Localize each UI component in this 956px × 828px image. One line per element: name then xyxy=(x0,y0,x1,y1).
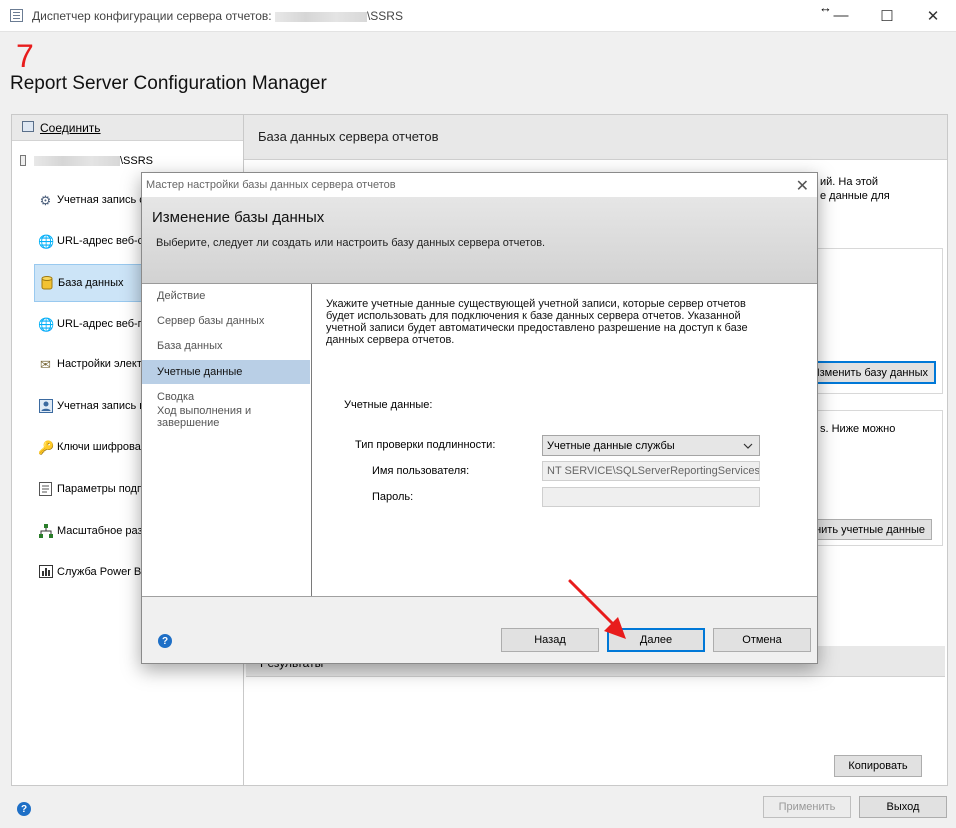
window-title-prefix: Диспетчер конфигурации сервера отчетов: xyxy=(32,9,272,23)
maximize-button[interactable]: ☐ xyxy=(864,0,910,31)
dialog-banner: Изменение базы данных Выберите, следует … xyxy=(142,197,817,284)
auth-type-value: Учетные данные службы xyxy=(547,440,675,452)
dialog-title: Мастер настройки базы данных сервера отч… xyxy=(146,179,396,191)
step-number-annotation: 7 xyxy=(16,38,34,74)
step-progress-finish[interactable]: Ход выполнения и завершение xyxy=(142,399,310,433)
database-wizard-dialog: Мастер настройки базы данных сервера отч… xyxy=(141,172,818,664)
annotation-arrow-icon xyxy=(568,579,626,639)
credentials-description: Укажите учетные данные существующей учет… xyxy=(326,298,748,346)
close-window-button[interactable]: ✕ xyxy=(910,0,956,31)
cancel-button[interactable]: Отмена xyxy=(713,628,811,652)
nav-label: Служба Power BI xyxy=(57,566,145,578)
password-label: Пароль: xyxy=(372,491,414,503)
apply-button[interactable]: Применить xyxy=(763,796,851,818)
web-url-icon: 🌐 xyxy=(38,234,55,249)
nav-label: URL-адрес веб-с xyxy=(57,235,144,247)
step-database-server[interactable]: Сервер базы данных xyxy=(142,309,310,333)
window-title: Диспетчер конфигурации сервера отчетов: … xyxy=(32,9,403,23)
nav-label: URL-адрес веб-п xyxy=(57,318,144,330)
dialog-help-icon[interactable]: ? xyxy=(158,634,172,648)
page-title: База данных сервера отчетов xyxy=(258,129,439,144)
password-field[interactable] xyxy=(542,487,760,507)
nav-label: Настройки элект xyxy=(57,358,142,370)
auth-type-select[interactable]: Учетные данные службы xyxy=(542,435,760,456)
nav-label: База данных xyxy=(58,277,124,289)
nav-label: Учетная запись в xyxy=(57,400,146,412)
connect-label: Соединить xyxy=(40,121,101,135)
server-icon xyxy=(20,155,26,166)
dialog-heading: Изменение базы данных xyxy=(152,209,325,226)
power-bi-icon xyxy=(38,565,53,580)
exit-button[interactable]: Выход xyxy=(859,796,947,818)
dialog-title-bar: Мастер настройки базы данных сервера отч… xyxy=(142,173,817,197)
chevron-down-icon xyxy=(743,443,753,449)
scale-out-icon xyxy=(38,524,53,539)
server-instance-label: \SSRS xyxy=(120,155,154,167)
auth-type-label: Тип проверки подлинности: xyxy=(355,439,496,451)
redacted-server-name xyxy=(274,11,367,22)
background-text: ий. На этой xyxy=(820,176,879,188)
help-icon[interactable]: ? xyxy=(17,802,31,816)
background-text: е данные для xyxy=(820,190,890,202)
username-label: Имя пользователя: xyxy=(372,465,470,477)
step-action[interactable]: Действие xyxy=(142,284,310,308)
nav-label: Ключи шифрован xyxy=(57,441,147,453)
nav-label: Учетная запись с xyxy=(57,194,145,206)
credentials-section-label: Учетные данные: xyxy=(344,399,433,411)
connect-button[interactable]: Соединить xyxy=(12,115,257,141)
dialog-subheading: Выберите, следует ли создать или настрои… xyxy=(156,237,546,249)
username-field[interactable]: NT SERVICE\SQLServerReportingServices xyxy=(542,461,760,481)
server-node[interactable]: \SSRS xyxy=(20,155,250,171)
step-database[interactable]: База данных xyxy=(142,334,310,358)
app-icon xyxy=(10,9,23,22)
subscription-icon xyxy=(38,482,53,497)
execution-account-icon xyxy=(38,399,53,414)
step-credentials[interactable]: Учетные данные xyxy=(142,360,310,384)
window-title-bar: Диспетчер конфигурации сервера отчетов: … xyxy=(0,0,956,32)
dialog-close-button[interactable]: ✕ xyxy=(796,176,809,196)
key-icon: 🔑 xyxy=(38,440,55,455)
email-icon: ✉ xyxy=(40,357,51,372)
connect-icon xyxy=(22,121,34,132)
database-icon xyxy=(39,276,54,291)
change-database-button[interactable]: Изменить базу данных xyxy=(808,361,936,384)
change-credentials-button[interactable]: нить учетные данные xyxy=(810,519,932,540)
right-panel-header: База данных сервера отчетов xyxy=(244,115,947,160)
web-portal-icon: 🌐 xyxy=(38,317,55,332)
redacted-server-name xyxy=(34,156,120,166)
window-title-suffix: \SSRS xyxy=(366,9,403,23)
background-text: s. Ниже можно xyxy=(820,423,896,435)
wizard-steps: Действие Сервер базы данных База данных … xyxy=(142,284,312,596)
minimize-button[interactable]: — xyxy=(818,0,864,31)
dialog-separator xyxy=(142,596,817,597)
nav-label: Масштабное раз xyxy=(57,525,143,537)
nav-label: Параметры подп xyxy=(57,483,143,495)
service-account-icon: ⚙ xyxy=(39,193,52,208)
copy-button[interactable]: Копировать xyxy=(834,755,922,777)
app-title: Report Server Configuration Manager xyxy=(10,73,327,94)
